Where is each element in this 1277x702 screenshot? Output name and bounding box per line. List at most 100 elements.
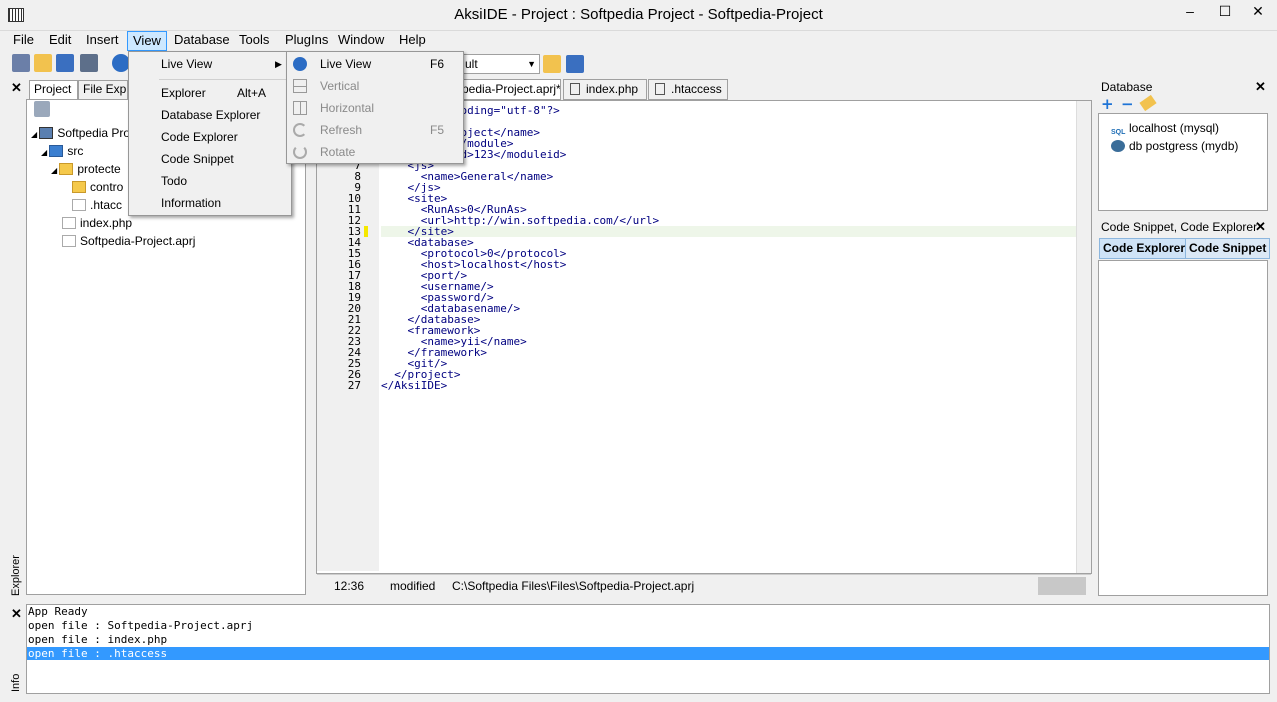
horizontal-split-icon: [293, 101, 307, 115]
file-icon: [655, 83, 665, 95]
php-icon[interactable]: [12, 54, 30, 72]
folder-icon: [59, 163, 74, 175]
database-panel-title: Database: [1101, 80, 1153, 94]
menu-plugins[interactable]: PlugIns: [280, 31, 333, 51]
open-folder-icon-2[interactable]: [543, 55, 561, 73]
code-panel-title: Code Snippet, Code Explorer: [1101, 220, 1258, 234]
tree-item-index-php[interactable]: index.php: [62, 215, 132, 231]
menu-item-todo[interactable]: Todo: [161, 173, 187, 189]
menu-item-code-explorer[interactable]: Code Explorer: [161, 129, 238, 145]
log-line-selected[interactable]: open file : .htaccess: [28, 647, 167, 661]
save-icon[interactable]: [56, 54, 74, 72]
live-view-submenu: Live View F6 Vertical Horizontal Refresh…: [286, 51, 464, 164]
submenu-arrow-icon: ▶: [275, 59, 282, 69]
globe-icon: [293, 57, 307, 71]
submenu-shortcut-live-view: F6: [430, 57, 445, 71]
menu-separator: [159, 79, 289, 80]
selected-log-highlight: [27, 647, 1269, 660]
change-marker: [364, 226, 368, 237]
src-folder-icon: [49, 145, 64, 157]
status-indicator: [1038, 577, 1086, 595]
chevron-down-icon: ▼: [527, 59, 536, 69]
menu-tools[interactable]: Tools: [234, 31, 274, 51]
submenu-item-refresh[interactable]: Refresh: [320, 122, 362, 138]
calendar-icon[interactable]: [80, 54, 98, 72]
file-icon: [570, 83, 580, 95]
submenu-item-rotate[interactable]: Rotate: [320, 144, 355, 160]
file-icon: [62, 217, 76, 229]
editor-scrollbar[interactable]: [1076, 101, 1091, 573]
tab-code-explorer[interactable]: Code Explorer: [1099, 238, 1190, 259]
project-icon: [39, 127, 54, 139]
menu-item-explorer[interactable]: Explorer: [161, 85, 206, 101]
log-line: App Ready: [28, 605, 88, 618]
db-connection-mysql[interactable]: SQL localhost (mysql): [1111, 120, 1219, 137]
postgres-icon: [1111, 140, 1125, 152]
close-database-icon[interactable]: ✕: [1255, 80, 1266, 93]
editor-status-bar: 12:36 modified C:\Softpedia Files\Files\…: [317, 574, 1091, 596]
menu-item-code-snippet[interactable]: Code Snippet: [161, 151, 234, 167]
close-code-panel-icon[interactable]: ✕: [1255, 220, 1266, 233]
rotate-icon: [293, 145, 307, 159]
line-number: 27: [347, 379, 361, 392]
db-connection-postgres[interactable]: db postgress (mydb): [1111, 138, 1238, 154]
remove-icon[interactable]: −: [1121, 97, 1134, 112]
log-line: open file : Softpedia-Project.aprj: [28, 619, 254, 632]
profile-select[interactable]: ult ▼: [460, 54, 540, 74]
menu-item-information[interactable]: Information: [161, 195, 221, 211]
tree-item-controllers[interactable]: contro: [72, 179, 123, 195]
menu-item-live-view[interactable]: Live View: [161, 56, 212, 72]
file-state: modified: [390, 579, 436, 593]
calendar-icon-tree[interactable]: [34, 101, 50, 117]
vertical-split-icon: [293, 79, 307, 93]
close-info-icon[interactable]: ✕: [11, 607, 22, 620]
menu-edit[interactable]: Edit: [44, 31, 76, 51]
save-icon-2[interactable]: [566, 55, 584, 73]
code-panel-content: [1098, 260, 1268, 596]
tab-index-php[interactable]: index.php: [563, 79, 647, 100]
menu-shortcut-explorer: Alt+A: [237, 86, 267, 100]
current-line-highlight: [381, 226, 1076, 237]
tree-item-protected[interactable]: ◢ protecte: [51, 161, 121, 179]
menu-window[interactable]: Window: [333, 31, 389, 51]
add-icon[interactable]: +: [1101, 97, 1114, 112]
minimize-button[interactable]: –: [1177, 2, 1203, 22]
profile-select-value: ult: [465, 57, 478, 71]
close-button[interactable]: ✕: [1245, 2, 1271, 22]
info-side-tab[interactable]: Info: [10, 668, 22, 692]
explorer-side-tab[interactable]: Explorer: [10, 552, 22, 596]
tree-item-src[interactable]: ◢ src: [41, 143, 83, 161]
menu-item-database-explorer[interactable]: Database Explorer: [161, 107, 260, 123]
tab-file-explorer[interactable]: File Explo: [78, 80, 128, 99]
tab-project[interactable]: Project: [29, 80, 78, 99]
tab-project-aprj[interactable]: pedia-Project.aprj*: [455, 79, 561, 100]
open-folder-icon[interactable]: [34, 54, 52, 72]
refresh-icon: [293, 123, 307, 137]
folder-icon: [72, 181, 86, 193]
code-line: </AksiIDE>: [381, 379, 448, 392]
menu-database[interactable]: Database: [169, 31, 235, 51]
menu-help[interactable]: Help: [394, 31, 431, 51]
cursor-position: 12:36: [334, 579, 365, 593]
tab-code-snippet[interactable]: Code Snippet: [1185, 238, 1271, 259]
submenu-item-horizontal[interactable]: Horizontal: [320, 100, 374, 116]
menu-insert[interactable]: Insert: [81, 31, 124, 51]
tab-htaccess[interactable]: .htaccess: [648, 79, 728, 100]
window-title: AksiIDE - Project : Softpedia Project - …: [454, 6, 823, 23]
menu-file[interactable]: File: [8, 31, 39, 51]
tree-item-project-file[interactable]: Softpedia-Project.aprj: [62, 233, 195, 249]
log-line: open file : index.php: [28, 633, 168, 646]
maximize-button[interactable]: ☐: [1212, 2, 1238, 22]
view-menu-dropdown: Live View ▶ Explorer Alt+A Database Expl…: [128, 51, 292, 216]
tree-item-htaccess[interactable]: .htacc: [72, 197, 122, 213]
submenu-item-live-view[interactable]: Live View: [320, 56, 371, 72]
close-explorer-icon[interactable]: ✕: [11, 81, 22, 94]
file-icon: [62, 235, 76, 247]
menu-view[interactable]: View: [127, 31, 167, 51]
mysql-icon: SQL: [1111, 125, 1125, 137]
submenu-item-vertical[interactable]: Vertical: [320, 78, 359, 94]
edit-icon[interactable]: [1139, 94, 1157, 112]
file-path: C:\Softpedia Files\Files\Softpedia-Proje…: [452, 579, 695, 593]
tree-item-project[interactable]: ◢ Softpedia Proj: [31, 125, 133, 143]
file-icon: [72, 199, 86, 211]
